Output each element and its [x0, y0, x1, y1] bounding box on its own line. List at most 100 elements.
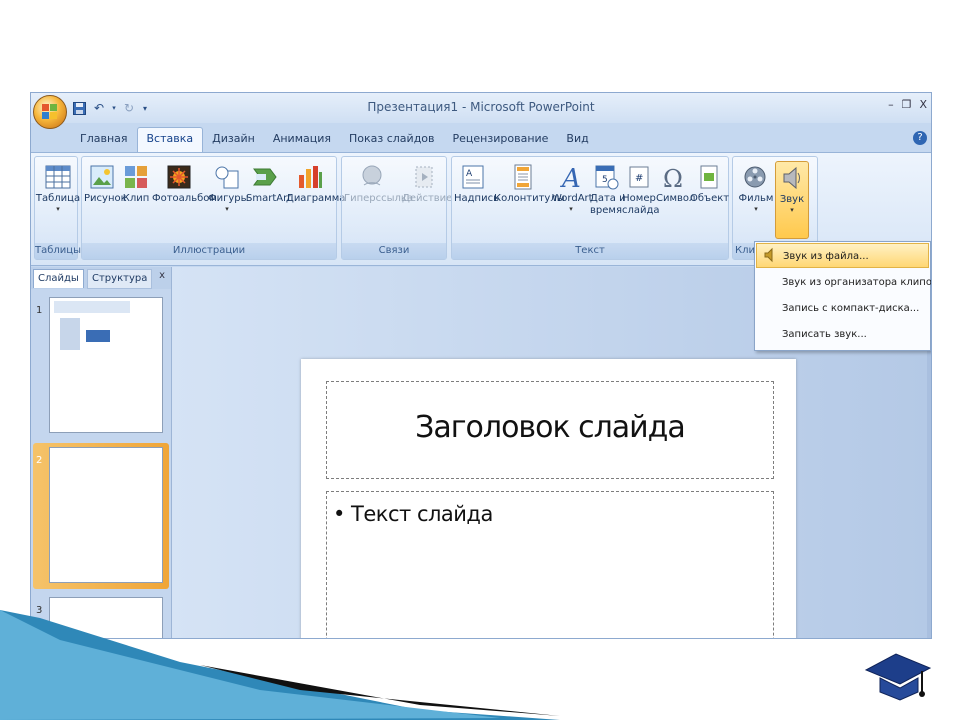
calendar-clock-icon: 5 — [592, 163, 620, 191]
thumbnail-ribbon-preview — [54, 301, 130, 313]
textbox-icon: A — [459, 163, 487, 191]
clip-button[interactable]: Клип — [120, 161, 152, 239]
restore-button[interactable]: ❐ — [902, 98, 912, 111]
close-icon[interactable]: x — [159, 270, 165, 281]
textbox-label: Надпись — [454, 193, 499, 204]
tab-structure[interactable]: Структура — [87, 269, 153, 289]
tab-home[interactable]: Главная — [71, 132, 137, 152]
slide-number-button[interactable]: # Номер слайда — [622, 161, 660, 239]
header-footer-icon — [509, 163, 537, 191]
smartart-icon — [251, 163, 279, 191]
group-label-links: Связи — [342, 243, 446, 259]
speaker-icon — [778, 164, 806, 192]
slide-thumbnail-2[interactable] — [49, 447, 163, 583]
slide-body-text: • Текст слайда — [333, 502, 493, 526]
picture-button[interactable]: Рисунок — [84, 161, 127, 239]
body-placeholder[interactable]: • Текст слайда — [326, 491, 774, 638]
symbol-label: Символ — [656, 193, 696, 204]
chevron-down-icon: ▾ — [225, 205, 229, 213]
wordart-icon: A — [557, 163, 585, 194]
wordart-button[interactable]: A WordArt ▾ — [552, 161, 593, 239]
sound-button[interactable]: Звук ▾ — [775, 161, 809, 239]
slide-thumbnail-3[interactable] — [49, 597, 163, 638]
window-title: Презентация1 - Microsoft PowerPoint — [367, 100, 595, 114]
sound-label: Звук — [779, 194, 805, 205]
tab-design[interactable]: Дизайн — [203, 132, 264, 152]
header-footer-button[interactable]: Колонтитулы — [494, 161, 565, 239]
graduation-cap-icon — [864, 653, 932, 701]
tab-review[interactable]: Рецензирование — [444, 132, 558, 152]
object-icon — [695, 163, 723, 191]
menu-item-label: Запись с компакт-диска... — [782, 303, 920, 314]
group-tables: Таблица ▾ Таблицы — [34, 156, 81, 260]
group-label-illustrations: Иллюстрации — [82, 243, 336, 259]
symbol-button[interactable]: Ω Символ — [656, 161, 696, 239]
clipart-icon — [122, 163, 150, 191]
thumbnail-pane-preview — [60, 318, 80, 350]
close-button[interactable]: X — [919, 98, 927, 111]
chart-label: Диаграмма — [286, 193, 346, 204]
bar-chart-icon — [296, 163, 324, 191]
slide-thumbnail-1[interactable] — [49, 297, 163, 433]
datetime-label-1: Дата и — [590, 193, 626, 204]
movie-button[interactable]: Фильм ▾ — [737, 161, 775, 239]
object-button[interactable]: Объект — [690, 161, 729, 239]
group-illustrations: Рисунок Клип Фотоальбом Фигуры ▾ SmartAr… — [81, 156, 346, 260]
menu-item-label: Звук из файла... — [783, 251, 869, 262]
office-button[interactable] — [33, 95, 67, 129]
slide-number-icon: # — [625, 163, 653, 191]
svg-text:A: A — [466, 169, 473, 179]
thumbnail-number: 1 — [36, 305, 43, 316]
smartart-label: SmartArt — [246, 193, 292, 204]
chart-button[interactable]: Диаграмма — [286, 161, 346, 239]
slide-canvas[interactable]: Заголовок слайда • Текст слайда — [301, 359, 796, 638]
tab-view[interactable]: Вид — [557, 132, 597, 152]
tab-animation[interactable]: Анимация — [264, 132, 340, 152]
movie-label: Фильм — [738, 193, 774, 204]
tab-slides[interactable]: Слайды — [33, 269, 84, 288]
title-placeholder[interactable]: Заголовок слайда — [326, 381, 774, 479]
svg-text:A: A — [560, 164, 581, 191]
thumbnail-menu-preview — [86, 330, 110, 342]
group-text: A Надпись Колонтитулы A WordArt ▾ 5 Дата… — [451, 156, 729, 260]
menu-item-record-sound[interactable]: Записать звук... — [756, 322, 929, 347]
slide-number-label-1: Номер — [622, 193, 656, 204]
minimize-button[interactable]: – — [888, 98, 894, 111]
svg-text:#: # — [635, 173, 643, 184]
photo-album-button[interactable]: Фотоальбом — [152, 161, 217, 239]
omega-icon: Ω — [659, 163, 687, 193]
smartart-button[interactable]: SmartArt — [246, 161, 292, 239]
slides-pane: Слайды Структура x 1 2 3 — [31, 267, 172, 638]
menu-item-label: Звук из организатора клипов... — [782, 277, 932, 288]
menu-item-sound-from-file[interactable]: Звук из файла... — [756, 243, 929, 268]
tab-slide-show[interactable]: Показ слайдов — [340, 132, 444, 152]
group-label-tables: Таблицы — [35, 243, 81, 259]
tab-insert[interactable]: Вставка — [136, 127, 204, 152]
picture-icon — [88, 163, 116, 191]
datetime-button[interactable]: 5 Дата и время — [590, 161, 626, 239]
menu-item-record-from-cd[interactable]: Запись с компакт-диска... — [756, 296, 929, 321]
group-links: Гиперссылка Действие Связи — [341, 156, 452, 260]
menu-item-label: Записать звук... — [782, 329, 867, 340]
shapes-button[interactable]: Фигуры ▾ — [208, 161, 249, 239]
help-icon[interactable]: ? — [913, 131, 927, 145]
menu-item-sound-from-organizer[interactable]: Звук из организатора клипов... — [756, 270, 932, 295]
slide-title: Заголовок слайда — [415, 410, 686, 445]
action-icon — [410, 163, 438, 191]
powerpoint-window: ↶ ▾ ↻ ▾ Презентация1 - Microsoft PowerPo… — [30, 92, 932, 639]
textbox-button[interactable]: A Надпись — [454, 161, 499, 239]
action-button[interactable]: Действие — [402, 161, 452, 239]
table-button[interactable]: Таблица ▾ — [35, 161, 81, 239]
header-footer-label: Колонтитулы — [494, 193, 565, 204]
svg-text:Ω: Ω — [663, 165, 683, 191]
film-reel-icon — [742, 163, 770, 191]
svg-text:5: 5 — [602, 175, 608, 185]
group-label-text: Текст — [452, 243, 728, 259]
clip-label: Клип — [122, 193, 150, 204]
chevron-down-icon: ▾ — [790, 206, 794, 214]
chevron-down-icon: ▾ — [56, 205, 60, 213]
window-controls: – ❐ X — [888, 98, 927, 111]
photo-album-icon — [165, 163, 193, 191]
sound-dropdown-menu: Звук из файла... Звук из организатора кл… — [754, 241, 931, 351]
hyperlink-button[interactable]: Гиперссылка — [344, 161, 413, 239]
